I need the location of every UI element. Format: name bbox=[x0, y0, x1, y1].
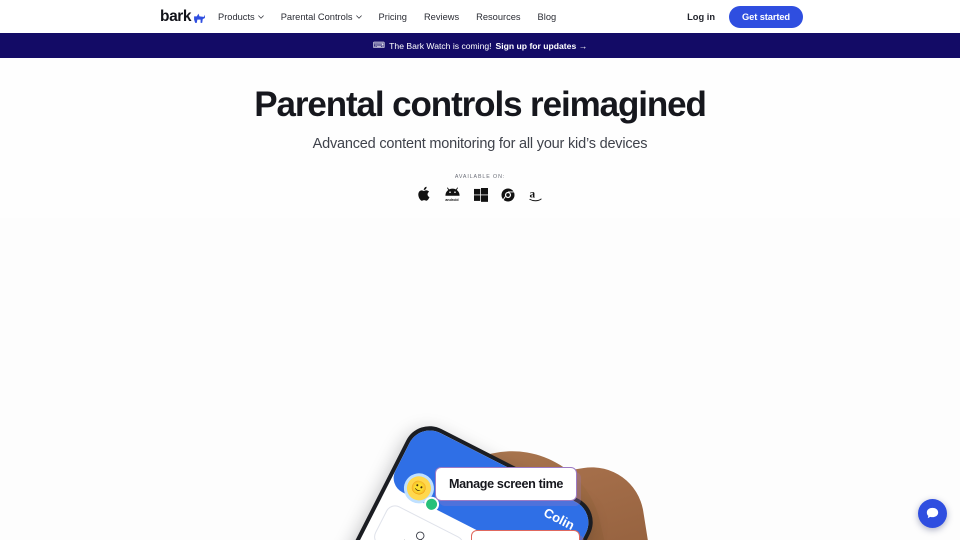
top-navigation-bar: bark Products Parental Controls Pricing … bbox=[0, 0, 960, 33]
banner-signup-link[interactable]: Sign up for updates → bbox=[496, 41, 588, 51]
login-link[interactable]: Log in bbox=[687, 12, 715, 22]
watch-icon: ⌨ bbox=[372, 40, 386, 50]
callout-get-alerts: Get alerts 24/7 bbox=[471, 530, 580, 540]
brand-logo[interactable]: bark bbox=[160, 9, 206, 25]
chevron-down-icon bbox=[355, 14, 362, 19]
logo-text: bark bbox=[160, 7, 192, 25]
svg-text:a: a bbox=[529, 188, 535, 200]
android-icon bbox=[444, 186, 460, 196]
available-on-section: AVAILABLE ON: android a bbox=[0, 174, 960, 202]
windows-icon bbox=[473, 187, 488, 202]
chevron-down-icon bbox=[257, 14, 264, 19]
amazon-icon: a bbox=[528, 188, 542, 201]
nav-actions: Log in Get started bbox=[687, 5, 803, 28]
announcement-banner[interactable]: ⌨ The Bark Watch is coming! Sign up for … bbox=[0, 33, 960, 58]
nav-item-resources[interactable]: Resources bbox=[476, 12, 520, 22]
banner-text: The Bark Watch is coming! bbox=[389, 40, 492, 51]
nav-item-label: Products bbox=[218, 11, 255, 22]
nav-item-parental-controls[interactable]: Parental Controls bbox=[281, 12, 362, 22]
dog-icon bbox=[194, 13, 206, 24]
nav-item-blog[interactable]: Blog bbox=[538, 12, 557, 22]
chat-bubble-icon bbox=[926, 507, 939, 519]
nav-item-reviews[interactable]: Reviews bbox=[424, 12, 459, 22]
hero-subtitle: Advanced content monitoring for all your… bbox=[312, 135, 648, 152]
platform-icons: android a bbox=[0, 186, 960, 202]
hero-section: Parental controls reimagined Advanced co… bbox=[0, 58, 960, 202]
apple-icon bbox=[417, 186, 429, 201]
android-label: android bbox=[445, 197, 459, 202]
get-started-button[interactable]: Get started bbox=[729, 5, 803, 28]
nav-item-label: Parental Controls bbox=[280, 11, 353, 22]
page-title: Parental controls reimagined bbox=[254, 85, 707, 124]
landing-page: bark Products Parental Controls Pricing … bbox=[0, 0, 960, 540]
hero-product-image: Colin 🙂 Monitoring Screen Time In bbox=[0, 218, 960, 540]
callout-manage-screen-time: Manage screen time bbox=[435, 467, 578, 501]
nav-item-products[interactable]: Products bbox=[218, 12, 264, 22]
chrome-icon bbox=[500, 187, 515, 202]
chat-widget-button[interactable] bbox=[918, 499, 947, 528]
nav-item-pricing[interactable]: Pricing bbox=[379, 12, 407, 22]
available-on-label: AVAILABLE ON: bbox=[454, 173, 506, 180]
nav-links: Products Parental Controls Pricing Revie… bbox=[218, 12, 556, 22]
monitoring-icon bbox=[416, 531, 425, 540]
child-name: Colin bbox=[541, 504, 578, 533]
